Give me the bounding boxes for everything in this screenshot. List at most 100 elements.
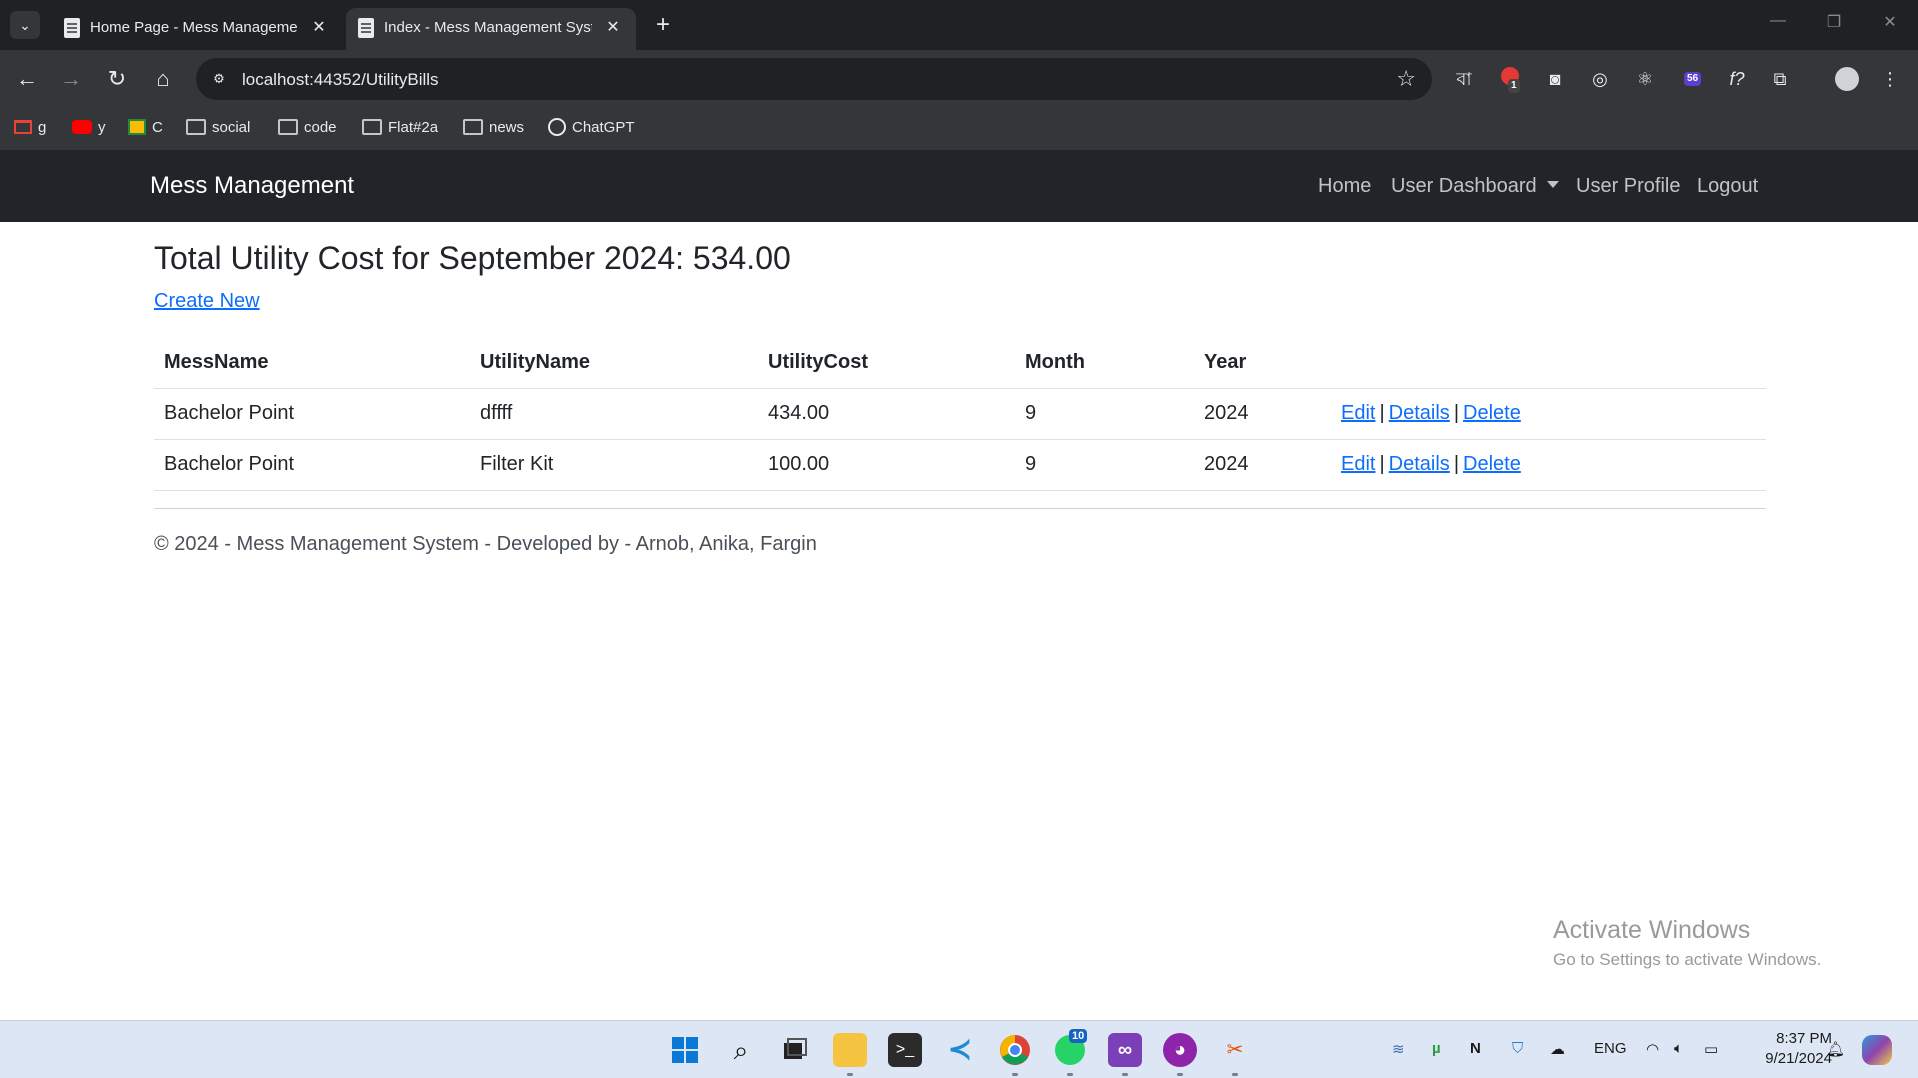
bangla-extension-icon[interactable]: বা xyxy=(1452,67,1476,91)
table-header-row: MessName UtilityName UtilityCost Month Y… xyxy=(154,338,1766,389)
windows-start-icon[interactable] xyxy=(668,1033,702,1067)
clock-date: 9/21/2024 xyxy=(1765,1050,1832,1067)
whatsapp-icon[interactable]: 10 xyxy=(1053,1029,1088,1067)
edit-link[interactable]: Edit xyxy=(1341,402,1375,424)
column-header-month: Month xyxy=(1015,338,1194,389)
extensions-puzzle-icon[interactable]: ⧉ xyxy=(1768,67,1792,91)
chatgpt-icon xyxy=(548,118,566,137)
minimize-icon[interactable]: — xyxy=(1766,12,1790,30)
notification-bell-icon[interactable]: 🔔︎ xyxy=(1826,1040,1845,1058)
purple-extension-icon[interactable]: 56 xyxy=(1684,67,1708,91)
restore-icon[interactable]: ❐ xyxy=(1822,12,1846,32)
profile-avatar-icon[interactable] xyxy=(1834,67,1860,91)
visual-studio-icon[interactable]: ∞ xyxy=(1108,1033,1142,1067)
browser-tab-strip: ⌄ Home Page - Mess Management ✕ Index - … xyxy=(0,0,1918,50)
close-icon[interactable]: ✕ xyxy=(308,17,330,39)
action-separator: | xyxy=(1379,453,1385,475)
bookmark-gmail[interactable]: g xyxy=(14,116,46,140)
language-indicator[interactable]: ENG xyxy=(1594,1040,1627,1057)
taskbar-clock[interactable]: 8:37 PM 9/21/2024 xyxy=(1765,1029,1832,1069)
details-link[interactable]: Details xyxy=(1389,402,1450,424)
site-settings-icon[interactable]: ⚙ xyxy=(210,70,228,88)
url-text[interactable]: localhost:44352/UtilityBills xyxy=(242,70,439,90)
youtube-icon xyxy=(72,120,92,135)
tab-home-page[interactable]: Home Page - Mess Management ✕ xyxy=(52,8,342,50)
nav-user-dashboard[interactable]: User Dashboard xyxy=(1391,175,1559,198)
file-explorer-icon[interactable] xyxy=(833,1033,867,1067)
dropdown-caret-icon xyxy=(1546,181,1559,189)
nav-user-profile[interactable]: User Profile xyxy=(1576,175,1680,198)
new-tab-button[interactable]: + xyxy=(652,12,674,38)
action-separator: | xyxy=(1453,453,1460,475)
folder-icon xyxy=(278,119,298,136)
whatsapp-badge: 10 xyxy=(1069,1029,1088,1043)
bookmark-folder-code[interactable]: code xyxy=(278,116,337,140)
create-new-link[interactable]: Create New xyxy=(154,290,260,313)
vscode-icon[interactable]: ≺ xyxy=(943,1033,977,1067)
home-icon[interactable]: ⌂ xyxy=(148,64,178,94)
tab-index[interactable]: Index - Mess Management System ✕ xyxy=(346,8,636,50)
edit-link[interactable]: Edit xyxy=(1341,453,1375,475)
brand-link[interactable]: Mess Management xyxy=(150,172,354,200)
fx-extension-icon[interactable]: f? xyxy=(1724,67,1750,91)
cell-year: 2024 xyxy=(1194,388,1331,440)
footer-text: © 2024 - Mess Management System - Develo… xyxy=(154,533,817,555)
battery-icon[interactable]: ▭ xyxy=(1704,1040,1718,1058)
page-title: Total Utility Cost for September 2024: 5… xyxy=(154,240,791,276)
tab-search-button[interactable]: ⌄ xyxy=(10,11,40,39)
menu-kebab-icon[interactable]: ⋮ xyxy=(1880,67,1900,91)
utorrent-icon[interactable]: µ xyxy=(1432,1040,1441,1057)
wifi-icon[interactable]: ◠ xyxy=(1646,1040,1659,1058)
terminal-icon[interactable]: >_ xyxy=(888,1033,922,1067)
page-favicon-icon xyxy=(358,18,374,38)
forward-arrow-icon[interactable]: → xyxy=(56,64,86,94)
cell-month: 9 xyxy=(1015,388,1194,440)
cell-utilitycost: 434.00 xyxy=(758,388,1015,440)
browser-toolbar: ← → ↻ ⌂ ⚙ localhost:44352/UtilityBills ☆… xyxy=(0,50,1918,108)
cell-utilitycost: 100.00 xyxy=(758,439,1015,491)
column-header-messname: MessName xyxy=(154,338,470,389)
running-indicator xyxy=(1177,1073,1183,1076)
search-icon[interactable]: ⌕ xyxy=(724,1033,758,1067)
bookmark-folder-social[interactable]: social xyxy=(186,116,250,140)
snipping-tool-icon[interactable]: ✂ xyxy=(1218,1033,1252,1067)
cell-utilityname: dffff xyxy=(470,388,758,440)
bookmark-folder-news[interactable]: news xyxy=(463,116,524,140)
table-row: Bachelor Point dffff 434.00 9 2024 Edit |… xyxy=(154,388,1766,440)
task-view-icon[interactable] xyxy=(778,1033,812,1067)
red-extension-icon[interactable]: 1 xyxy=(1498,67,1522,93)
bookmark-youtube[interactable]: y xyxy=(72,116,106,140)
onedrive-icon[interactable]: ☁ xyxy=(1550,1040,1565,1058)
window-close-icon[interactable]: ✕ xyxy=(1878,12,1902,32)
tray-app-icon[interactable]: ≋ xyxy=(1392,1040,1405,1058)
camera-icon[interactable]: ◙ xyxy=(1543,67,1567,91)
copilot-icon[interactable] xyxy=(1862,1035,1892,1065)
activate-windows-title: Activate Windows xyxy=(1553,916,1751,944)
action-separator: | xyxy=(1453,402,1460,424)
tab-title: Home Page - Mess Management xyxy=(90,19,298,36)
address-bar[interactable]: ⚙ localhost:44352/UtilityBills ☆ xyxy=(196,58,1432,100)
bookmark-star-icon[interactable]: ☆ xyxy=(1396,66,1416,92)
chrome-icon[interactable] xyxy=(998,1033,1032,1067)
nav-logout[interactable]: Logout xyxy=(1697,175,1758,198)
extension-badge: 56 xyxy=(1684,72,1702,86)
delete-link[interactable]: Delete xyxy=(1463,402,1521,424)
app-purple-icon[interactable]: ◕ xyxy=(1163,1033,1197,1067)
nav-home[interactable]: Home xyxy=(1318,175,1371,198)
react-icon[interactable]: ⚛ xyxy=(1633,67,1657,91)
volume-icon[interactable]: 🔈︎ xyxy=(1674,1040,1683,1057)
gmail-icon xyxy=(14,120,32,135)
bookmark-folder-flat2a[interactable]: Flat#2a xyxy=(362,116,438,140)
bookmark-chatgpt[interactable]: ChatGPT xyxy=(548,116,635,140)
target-icon[interactable]: ◎ xyxy=(1588,67,1612,91)
bookmark-classroom[interactable]: C xyxy=(128,116,163,140)
back-arrow-icon[interactable]: ← xyxy=(12,64,42,94)
delete-link[interactable]: Delete xyxy=(1463,453,1521,475)
reload-icon[interactable]: ↻ xyxy=(102,64,132,94)
notion-icon[interactable]: N xyxy=(1470,1040,1481,1057)
cell-year: 2024 xyxy=(1194,439,1331,491)
close-icon[interactable]: ✕ xyxy=(602,17,624,39)
folder-icon xyxy=(186,119,206,136)
details-link[interactable]: Details xyxy=(1389,453,1450,475)
defender-shield-icon[interactable]: ⛉ xyxy=(1512,1040,1523,1057)
